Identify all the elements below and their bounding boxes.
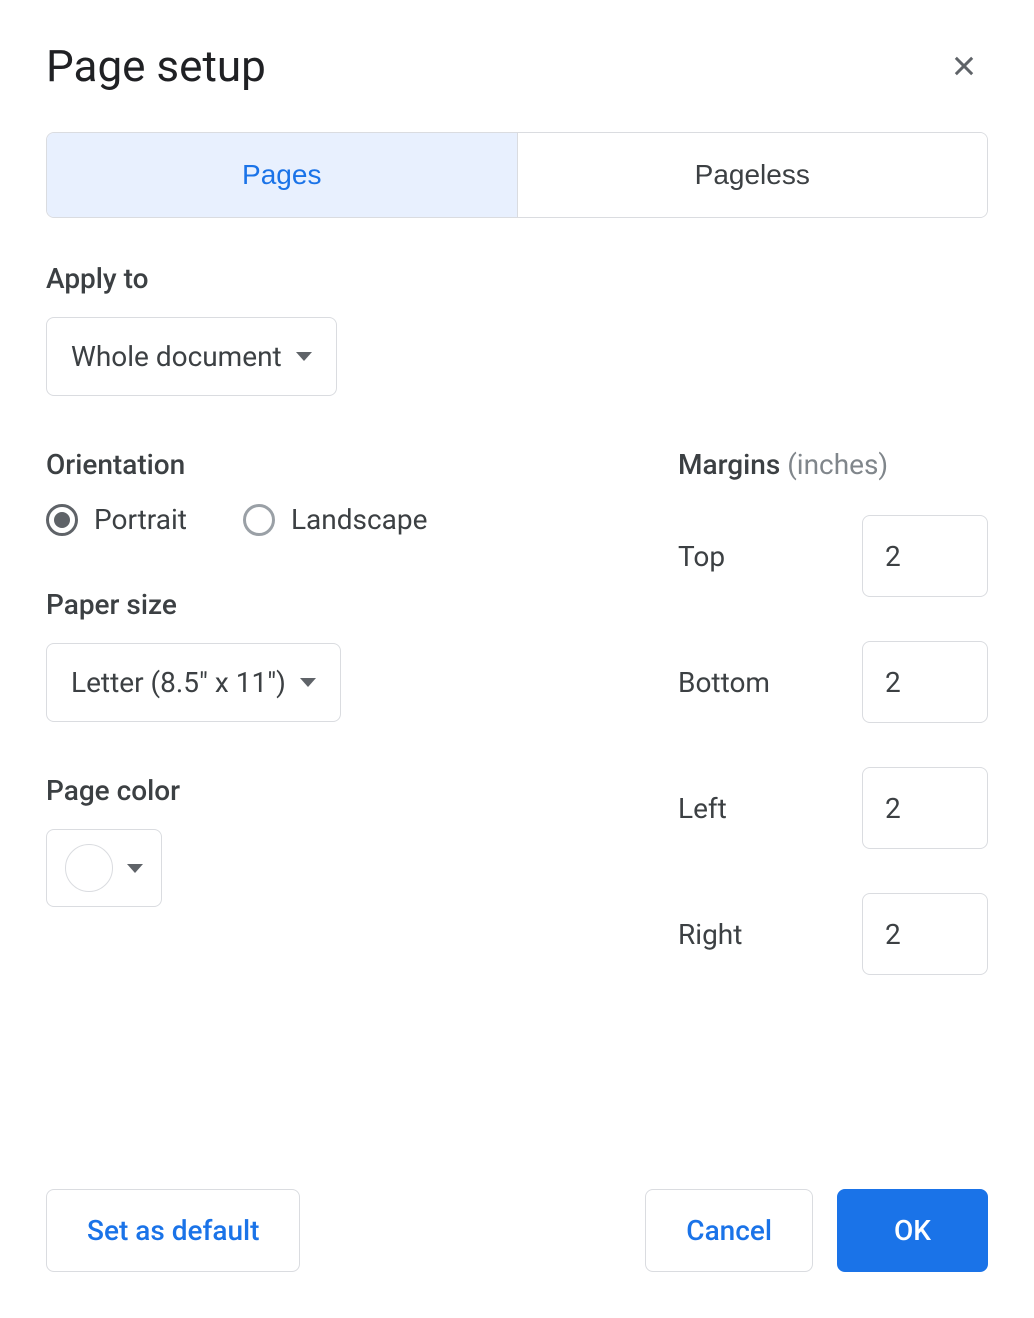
color-swatch-icon: [65, 844, 113, 892]
orientation-landscape-label: Landscape: [291, 503, 427, 536]
margins-unit: (inches): [787, 448, 888, 481]
page-color-label: Page color: [46, 774, 618, 807]
margin-right-label: Right: [678, 918, 742, 951]
apply-to-label: Apply to: [46, 262, 988, 295]
orientation-radio-group: Portrait Landscape: [46, 503, 618, 536]
caret-down-icon: [296, 352, 312, 361]
apply-to-value: Whole document: [71, 340, 282, 373]
margin-right-input[interactable]: [862, 893, 988, 975]
margin-bottom-input[interactable]: [862, 641, 988, 723]
apply-to-dropdown[interactable]: Whole document: [46, 317, 337, 396]
tab-pageless[interactable]: Pageless: [518, 133, 988, 217]
radio-unchecked-icon: [243, 504, 275, 536]
paper-size-dropdown[interactable]: Letter (8.5" x 11"): [46, 643, 341, 722]
paper-size-value: Letter (8.5" x 11"): [71, 666, 286, 699]
margins-label-text: Margins: [678, 448, 780, 481]
page-color-section: Page color: [46, 774, 618, 907]
margins-section: Margins (inches) Top Bottom Left Right: [678, 448, 988, 975]
margin-top-row: Top: [678, 515, 988, 597]
orientation-section: Orientation Portrait Landscape: [46, 448, 618, 536]
margin-right-row: Right: [678, 893, 988, 975]
set-as-default-button[interactable]: Set as default: [46, 1189, 300, 1272]
apply-to-section: Apply to Whole document: [46, 262, 988, 396]
ok-button[interactable]: OK: [837, 1189, 988, 1272]
margin-bottom-row: Bottom: [678, 641, 988, 723]
caret-down-icon: [300, 678, 316, 687]
close-icon: [950, 52, 978, 80]
margins-label: Margins (inches): [678, 448, 988, 481]
orientation-portrait-label: Portrait: [94, 503, 187, 536]
orientation-landscape-radio[interactable]: Landscape: [243, 503, 427, 536]
orientation-portrait-radio[interactable]: Portrait: [46, 503, 187, 536]
dialog-footer: Set as default Cancel OK: [46, 1189, 988, 1272]
radio-checked-icon: [46, 504, 78, 536]
tab-pages[interactable]: Pages: [47, 133, 518, 217]
dialog-title: Page setup: [46, 40, 266, 92]
margin-top-input[interactable]: [862, 515, 988, 597]
margin-bottom-label: Bottom: [678, 666, 770, 699]
caret-down-icon: [127, 864, 143, 873]
page-color-dropdown[interactable]: [46, 829, 162, 907]
dialog-header: Page setup: [46, 40, 988, 92]
margin-left-input[interactable]: [862, 767, 988, 849]
margin-left-row: Left: [678, 767, 988, 849]
margin-left-label: Left: [678, 792, 727, 825]
tabs: Pages Pageless: [46, 132, 988, 218]
margin-top-label: Top: [678, 540, 725, 573]
paper-size-section: Paper size Letter (8.5" x 11"): [46, 588, 618, 722]
close-button[interactable]: [940, 42, 988, 90]
cancel-button[interactable]: Cancel: [645, 1189, 813, 1272]
orientation-label: Orientation: [46, 448, 618, 481]
paper-size-label: Paper size: [46, 588, 618, 621]
